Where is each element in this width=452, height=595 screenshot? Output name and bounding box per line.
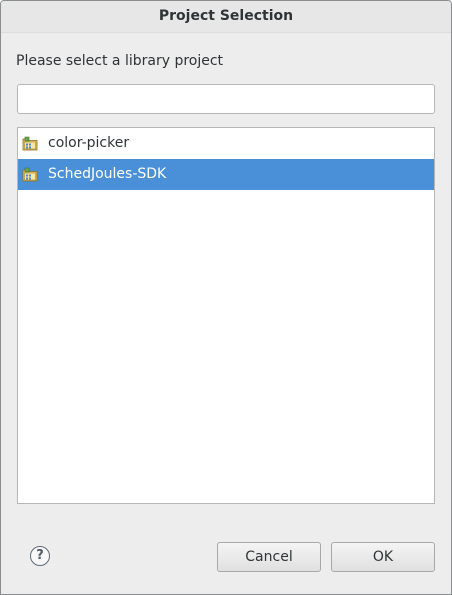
project-label: color-picker <box>48 135 130 151</box>
ok-button[interactable]: OK <box>331 542 435 572</box>
android-library-project-icon <box>22 136 38 151</box>
project-selection-dialog: Project Selection Please select a librar… <box>0 0 452 595</box>
list-item-color-picker[interactable]: color-picker <box>18 128 434 159</box>
dialog-title: Project Selection <box>1 1 451 33</box>
list-item-schedjoules-sdk[interactable]: SchedJoules-SDK <box>18 159 434 190</box>
project-label: SchedJoules-SDK <box>48 166 167 182</box>
project-list[interactable]: color-picker SchedJoules-SDK <box>17 127 435 504</box>
filter-input[interactable] <box>17 84 435 114</box>
android-library-project-icon <box>22 167 38 182</box>
help-icon[interactable]: ? <box>30 546 50 566</box>
select-library-prompt: Please select a library project <box>16 53 224 69</box>
cancel-button[interactable]: Cancel <box>217 542 321 572</box>
